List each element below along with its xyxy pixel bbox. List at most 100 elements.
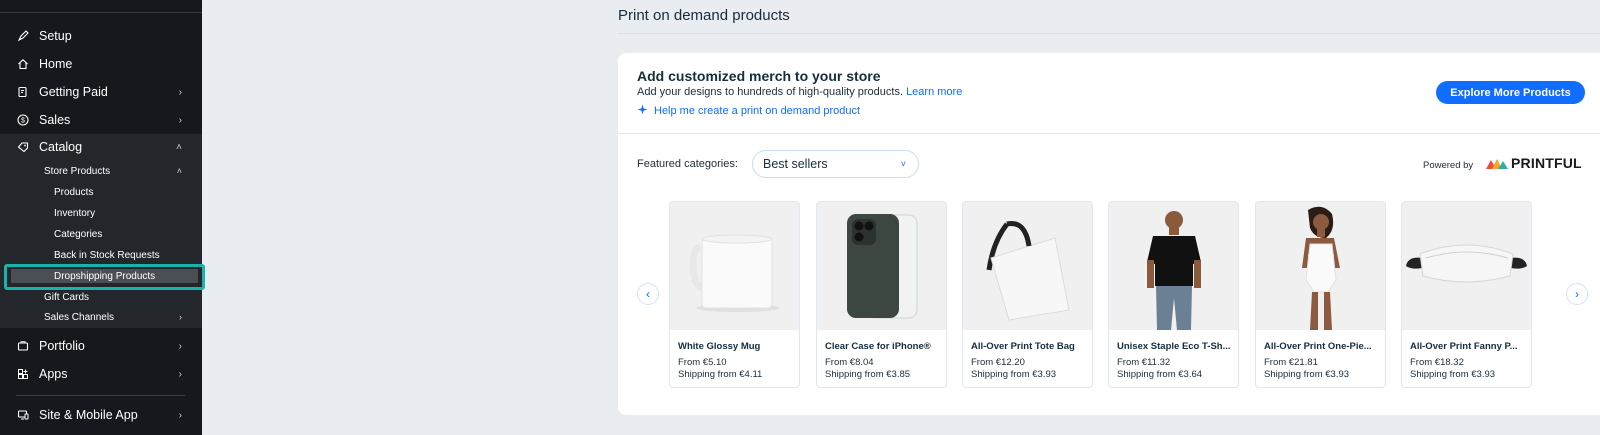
product-price: From €11.32 [1117, 357, 1171, 368]
sidebar-item-sales-channels[interactable]: Sales Channels › [0, 312, 202, 324]
sidebar-item-label: Portfolio [39, 339, 85, 353]
portfolio-icon [17, 340, 29, 352]
product-shipping: Shipping from €4.11 [678, 369, 763, 380]
svg-text:$: $ [21, 117, 25, 124]
product-image-swimsuit [1256, 202, 1385, 330]
chevron-right-icon: › [178, 86, 182, 98]
sidebar-item-gift-cards[interactable]: Gift Cards [0, 292, 202, 304]
product-card[interactable]: White Glossy Mug From €5.10 Shipping fro… [669, 201, 800, 388]
dropdown-value: Best sellers [763, 157, 828, 171]
product-name: Clear Case for iPhone® [825, 341, 931, 352]
home-icon [17, 58, 29, 70]
card-subtitle-text: Add your designs to hundreds of high-qua… [637, 86, 903, 98]
product-card[interactable]: Clear Case for iPhone® From €8.04 Shippi… [816, 201, 947, 388]
product-shipping: Shipping from €3.93 [971, 369, 1057, 380]
sidebar-item-categories[interactable]: Categories [0, 229, 202, 241]
receipt-icon [17, 86, 29, 98]
product-shipping: Shipping from €3.64 [1117, 369, 1203, 380]
sidebar-divider [16, 395, 185, 396]
sidebar-item-site-mobile-app[interactable]: Site & Mobile App › [0, 407, 202, 423]
sidebar-subitem-label: Gift Cards [44, 292, 90, 303]
sidebar-subitem-label: Dropshipping Products [54, 271, 156, 282]
sidebar-subitem-label: Back in Stock Requests [54, 250, 160, 261]
sidebar-item-label: Sales [39, 113, 71, 127]
product-name: Unisex Staple Eco T-Sh... [1117, 341, 1231, 352]
product-shipping: Shipping from €3.93 [1264, 369, 1350, 380]
sidebar-subitem-label: Store Products [44, 166, 111, 177]
chevron-right-icon: › [1575, 287, 1579, 301]
card-heading: Add customized merch to your store [637, 68, 881, 84]
page-title: Print on demand products [618, 7, 790, 24]
sidebar-item-label: Site & Mobile App [39, 408, 138, 422]
product-shipping: Shipping from €3.85 [825, 369, 911, 380]
help-create-link[interactable]: Help me create a print on demand product [637, 104, 860, 118]
sidebar-item-dropshipping-products[interactable]: Dropshipping Products [0, 271, 202, 283]
sidebar-item-label: Apps [39, 367, 68, 381]
powered-by-label: Powered by [1423, 160, 1474, 171]
chevron-up-icon: ˄ [176, 141, 182, 153]
rocket-icon [17, 30, 29, 42]
tag-icon [17, 141, 29, 153]
chevron-right-icon: › [178, 368, 182, 380]
product-name: All-Over Print Tote Bag [971, 341, 1075, 352]
card-divider [618, 133, 1600, 134]
sidebar-top-divider [0, 12, 202, 13]
featured-categories-dropdown[interactable]: Best sellers ˅ [752, 150, 919, 178]
chevron-left-icon: ‹ [646, 287, 650, 301]
product-price: From €12.20 [971, 357, 1025, 368]
learn-more-link[interactable]: Learn more [906, 86, 962, 98]
product-card[interactable]: All-Over Print Tote Bag From €12.20 Ship… [962, 201, 1093, 388]
sidebar-item-portfolio[interactable]: Portfolio › [0, 338, 202, 354]
chevron-down-icon: ˅ [900, 159, 906, 169]
sidebar-item-label: Catalog [39, 140, 83, 154]
sidebar-subitem-label: Sales Channels [44, 312, 115, 323]
product-image-tote-bag [963, 202, 1092, 330]
product-price: From €8.04 [825, 357, 874, 368]
sidebar-subitem-label: Products [54, 187, 94, 198]
sidebar: Setup Home Getting Paid › $ Sales › Cata… [0, 0, 205, 435]
sidebar-item-inventory[interactable]: Inventory [0, 208, 202, 220]
carousel-next-button[interactable]: › [1566, 283, 1588, 305]
sidebar-item-getting-paid[interactable]: Getting Paid › [0, 84, 202, 100]
chevron-right-icon: › [178, 340, 182, 352]
printful-mountains-icon [1486, 159, 1508, 169]
product-image-tshirt [1109, 202, 1238, 330]
product-card[interactable]: All-Over Print One-Pie... From €21.81 Sh… [1255, 201, 1386, 388]
product-card[interactable]: Unisex Staple Eco T-Sh... From €11.32 Sh… [1108, 201, 1239, 388]
dollar-icon: $ [17, 114, 29, 126]
chevron-right-icon: › [179, 312, 182, 322]
sidebar-item-setup[interactable]: Setup [0, 28, 202, 44]
product-card[interactable]: All-Over Print Fanny P... From €18.32 Sh… [1401, 201, 1532, 388]
featured-categories-label: Featured categories: [637, 158, 738, 170]
monitor-icon [17, 409, 29, 421]
chevron-up-icon: ˄ [176, 166, 182, 176]
product-name: White Glossy Mug [678, 341, 761, 352]
sidebar-item-home[interactable]: Home [0, 56, 202, 72]
chevron-right-icon: › [178, 409, 182, 421]
product-image-phone-case [817, 202, 946, 330]
product-price: From €5.10 [678, 357, 727, 368]
sidebar-item-store-products[interactable]: Store Products ˄ [0, 166, 202, 178]
sidebar-item-catalog[interactable]: Catalog ˄ [0, 139, 202, 155]
sidebar-item-label: Setup [39, 29, 72, 43]
product-name: All-Over Print One-Pie... [1264, 341, 1372, 352]
sidebar-item-apps[interactable]: Apps › [0, 366, 202, 382]
product-image-fanny-pack [1402, 202, 1531, 330]
product-price: From €21.81 [1264, 357, 1318, 368]
help-create-label: Help me create a print on demand product [654, 105, 861, 117]
printful-logo: PRINTFUL [1486, 155, 1582, 171]
sidebar-item-label: Getting Paid [39, 85, 108, 99]
sidebar-item-products[interactable]: Products [0, 187, 202, 199]
sparkle-icon [637, 104, 648, 118]
product-image-mug [670, 202, 799, 330]
sidebar-subitem-label: Categories [54, 229, 103, 240]
chevron-right-icon: › [178, 114, 182, 126]
product-name: All-Over Print Fanny P... [1410, 341, 1518, 352]
sidebar-item-back-in-stock[interactable]: Back in Stock Requests [0, 250, 202, 262]
carousel-prev-button[interactable]: ‹ [637, 283, 659, 305]
sidebar-subitem-label: Inventory [54, 208, 96, 219]
explore-more-products-button[interactable]: Explore More Products [1436, 81, 1585, 104]
sidebar-item-sales[interactable]: $ Sales › [0, 112, 202, 128]
sidebar-item-label: Home [39, 57, 73, 71]
print-on-demand-card: Add customized merch to your store Add y… [618, 53, 1600, 415]
